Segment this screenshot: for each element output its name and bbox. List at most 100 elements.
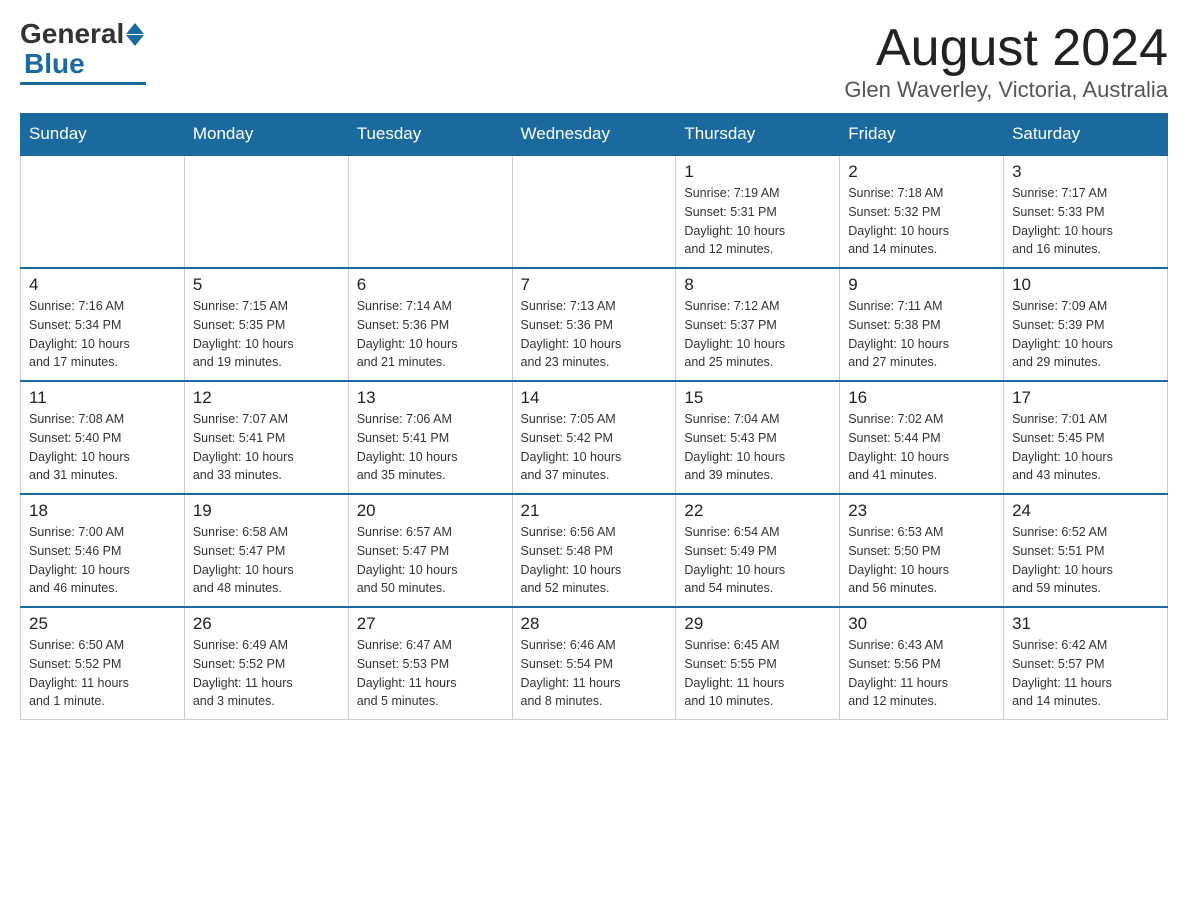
day-number: 7 <box>521 275 668 295</box>
table-row: 23Sunrise: 6:53 AM Sunset: 5:50 PM Dayli… <box>840 494 1004 607</box>
location-subtitle: Glen Waverley, Victoria, Australia <box>844 77 1168 103</box>
day-info: Sunrise: 7:16 AM Sunset: 5:34 PM Dayligh… <box>29 297 176 372</box>
header-tuesday: Tuesday <box>348 114 512 156</box>
day-info: Sunrise: 6:58 AM Sunset: 5:47 PM Dayligh… <box>193 523 340 598</box>
day-info: Sunrise: 7:01 AM Sunset: 5:45 PM Dayligh… <box>1012 410 1159 485</box>
logo-triangle-down-icon <box>126 35 144 46</box>
page-header: General Blue August 2024 Glen Waverley, … <box>20 20 1168 103</box>
table-row: 27Sunrise: 6:47 AM Sunset: 5:53 PM Dayli… <box>348 607 512 720</box>
logo: General Blue <box>20 20 146 85</box>
day-info: Sunrise: 6:47 AM Sunset: 5:53 PM Dayligh… <box>357 636 504 711</box>
table-row: 29Sunrise: 6:45 AM Sunset: 5:55 PM Dayli… <box>676 607 840 720</box>
day-number: 1 <box>684 162 831 182</box>
calendar-week-5: 25Sunrise: 6:50 AM Sunset: 5:52 PM Dayli… <box>21 607 1168 720</box>
day-info: Sunrise: 6:42 AM Sunset: 5:57 PM Dayligh… <box>1012 636 1159 711</box>
day-info: Sunrise: 6:43 AM Sunset: 5:56 PM Dayligh… <box>848 636 995 711</box>
day-info: Sunrise: 7:06 AM Sunset: 5:41 PM Dayligh… <box>357 410 504 485</box>
table-row: 2Sunrise: 7:18 AM Sunset: 5:32 PM Daylig… <box>840 155 1004 268</box>
day-number: 26 <box>193 614 340 634</box>
logo-blue-text: Blue <box>24 48 85 80</box>
day-info: Sunrise: 7:09 AM Sunset: 5:39 PM Dayligh… <box>1012 297 1159 372</box>
day-number: 30 <box>848 614 995 634</box>
day-info: Sunrise: 7:12 AM Sunset: 5:37 PM Dayligh… <box>684 297 831 372</box>
header-saturday: Saturday <box>1004 114 1168 156</box>
table-row: 28Sunrise: 6:46 AM Sunset: 5:54 PM Dayli… <box>512 607 676 720</box>
header-sunday: Sunday <box>21 114 185 156</box>
table-row: 26Sunrise: 6:49 AM Sunset: 5:52 PM Dayli… <box>184 607 348 720</box>
table-row: 1Sunrise: 7:19 AM Sunset: 5:31 PM Daylig… <box>676 155 840 268</box>
day-info: Sunrise: 7:19 AM Sunset: 5:31 PM Dayligh… <box>684 184 831 259</box>
table-row <box>184 155 348 268</box>
calendar-header-row: Sunday Monday Tuesday Wednesday Thursday… <box>21 114 1168 156</box>
table-row: 9Sunrise: 7:11 AM Sunset: 5:38 PM Daylig… <box>840 268 1004 381</box>
table-row: 3Sunrise: 7:17 AM Sunset: 5:33 PM Daylig… <box>1004 155 1168 268</box>
logo-underline <box>20 82 146 85</box>
day-info: Sunrise: 7:13 AM Sunset: 5:36 PM Dayligh… <box>521 297 668 372</box>
table-row: 25Sunrise: 6:50 AM Sunset: 5:52 PM Dayli… <box>21 607 185 720</box>
table-row: 30Sunrise: 6:43 AM Sunset: 5:56 PM Dayli… <box>840 607 1004 720</box>
table-row <box>348 155 512 268</box>
table-row: 24Sunrise: 6:52 AM Sunset: 5:51 PM Dayli… <box>1004 494 1168 607</box>
table-row: 5Sunrise: 7:15 AM Sunset: 5:35 PM Daylig… <box>184 268 348 381</box>
table-row: 22Sunrise: 6:54 AM Sunset: 5:49 PM Dayli… <box>676 494 840 607</box>
table-row: 20Sunrise: 6:57 AM Sunset: 5:47 PM Dayli… <box>348 494 512 607</box>
table-row: 18Sunrise: 7:00 AM Sunset: 5:46 PM Dayli… <box>21 494 185 607</box>
day-number: 25 <box>29 614 176 634</box>
table-row: 10Sunrise: 7:09 AM Sunset: 5:39 PM Dayli… <box>1004 268 1168 381</box>
day-info: Sunrise: 6:57 AM Sunset: 5:47 PM Dayligh… <box>357 523 504 598</box>
table-row: 15Sunrise: 7:04 AM Sunset: 5:43 PM Dayli… <box>676 381 840 494</box>
logo-triangle-up-icon <box>126 23 144 34</box>
day-number: 29 <box>684 614 831 634</box>
day-info: Sunrise: 7:15 AM Sunset: 5:35 PM Dayligh… <box>193 297 340 372</box>
day-number: 14 <box>521 388 668 408</box>
day-number: 31 <box>1012 614 1159 634</box>
day-number: 6 <box>357 275 504 295</box>
header-wednesday: Wednesday <box>512 114 676 156</box>
table-row: 8Sunrise: 7:12 AM Sunset: 5:37 PM Daylig… <box>676 268 840 381</box>
table-row: 19Sunrise: 6:58 AM Sunset: 5:47 PM Dayli… <box>184 494 348 607</box>
table-row: 11Sunrise: 7:08 AM Sunset: 5:40 PM Dayli… <box>21 381 185 494</box>
day-number: 28 <box>521 614 668 634</box>
day-info: Sunrise: 7:08 AM Sunset: 5:40 PM Dayligh… <box>29 410 176 485</box>
header-thursday: Thursday <box>676 114 840 156</box>
logo-general-text: General <box>20 20 124 48</box>
table-row: 17Sunrise: 7:01 AM Sunset: 5:45 PM Dayli… <box>1004 381 1168 494</box>
title-block: August 2024 Glen Waverley, Victoria, Aus… <box>844 20 1168 103</box>
day-info: Sunrise: 7:02 AM Sunset: 5:44 PM Dayligh… <box>848 410 995 485</box>
day-info: Sunrise: 7:05 AM Sunset: 5:42 PM Dayligh… <box>521 410 668 485</box>
day-number: 9 <box>848 275 995 295</box>
day-number: 13 <box>357 388 504 408</box>
day-info: Sunrise: 7:11 AM Sunset: 5:38 PM Dayligh… <box>848 297 995 372</box>
day-number: 21 <box>521 501 668 521</box>
table-row: 4Sunrise: 7:16 AM Sunset: 5:34 PM Daylig… <box>21 268 185 381</box>
day-number: 17 <box>1012 388 1159 408</box>
day-number: 20 <box>357 501 504 521</box>
day-info: Sunrise: 7:14 AM Sunset: 5:36 PM Dayligh… <box>357 297 504 372</box>
day-number: 24 <box>1012 501 1159 521</box>
day-info: Sunrise: 6:50 AM Sunset: 5:52 PM Dayligh… <box>29 636 176 711</box>
day-number: 2 <box>848 162 995 182</box>
table-row: 7Sunrise: 7:13 AM Sunset: 5:36 PM Daylig… <box>512 268 676 381</box>
calendar-week-4: 18Sunrise: 7:00 AM Sunset: 5:46 PM Dayli… <box>21 494 1168 607</box>
day-number: 18 <box>29 501 176 521</box>
day-number: 10 <box>1012 275 1159 295</box>
day-number: 11 <box>29 388 176 408</box>
table-row: 13Sunrise: 7:06 AM Sunset: 5:41 PM Dayli… <box>348 381 512 494</box>
table-row: 6Sunrise: 7:14 AM Sunset: 5:36 PM Daylig… <box>348 268 512 381</box>
calendar-week-3: 11Sunrise: 7:08 AM Sunset: 5:40 PM Dayli… <box>21 381 1168 494</box>
day-info: Sunrise: 6:54 AM Sunset: 5:49 PM Dayligh… <box>684 523 831 598</box>
day-number: 27 <box>357 614 504 634</box>
day-info: Sunrise: 7:00 AM Sunset: 5:46 PM Dayligh… <box>29 523 176 598</box>
day-info: Sunrise: 6:49 AM Sunset: 5:52 PM Dayligh… <box>193 636 340 711</box>
day-number: 22 <box>684 501 831 521</box>
day-number: 8 <box>684 275 831 295</box>
header-monday: Monday <box>184 114 348 156</box>
day-info: Sunrise: 6:56 AM Sunset: 5:48 PM Dayligh… <box>521 523 668 598</box>
day-info: Sunrise: 7:18 AM Sunset: 5:32 PM Dayligh… <box>848 184 995 259</box>
day-number: 23 <box>848 501 995 521</box>
day-info: Sunrise: 6:52 AM Sunset: 5:51 PM Dayligh… <box>1012 523 1159 598</box>
table-row: 12Sunrise: 7:07 AM Sunset: 5:41 PM Dayli… <box>184 381 348 494</box>
day-number: 19 <box>193 501 340 521</box>
day-info: Sunrise: 7:07 AM Sunset: 5:41 PM Dayligh… <box>193 410 340 485</box>
day-number: 3 <box>1012 162 1159 182</box>
